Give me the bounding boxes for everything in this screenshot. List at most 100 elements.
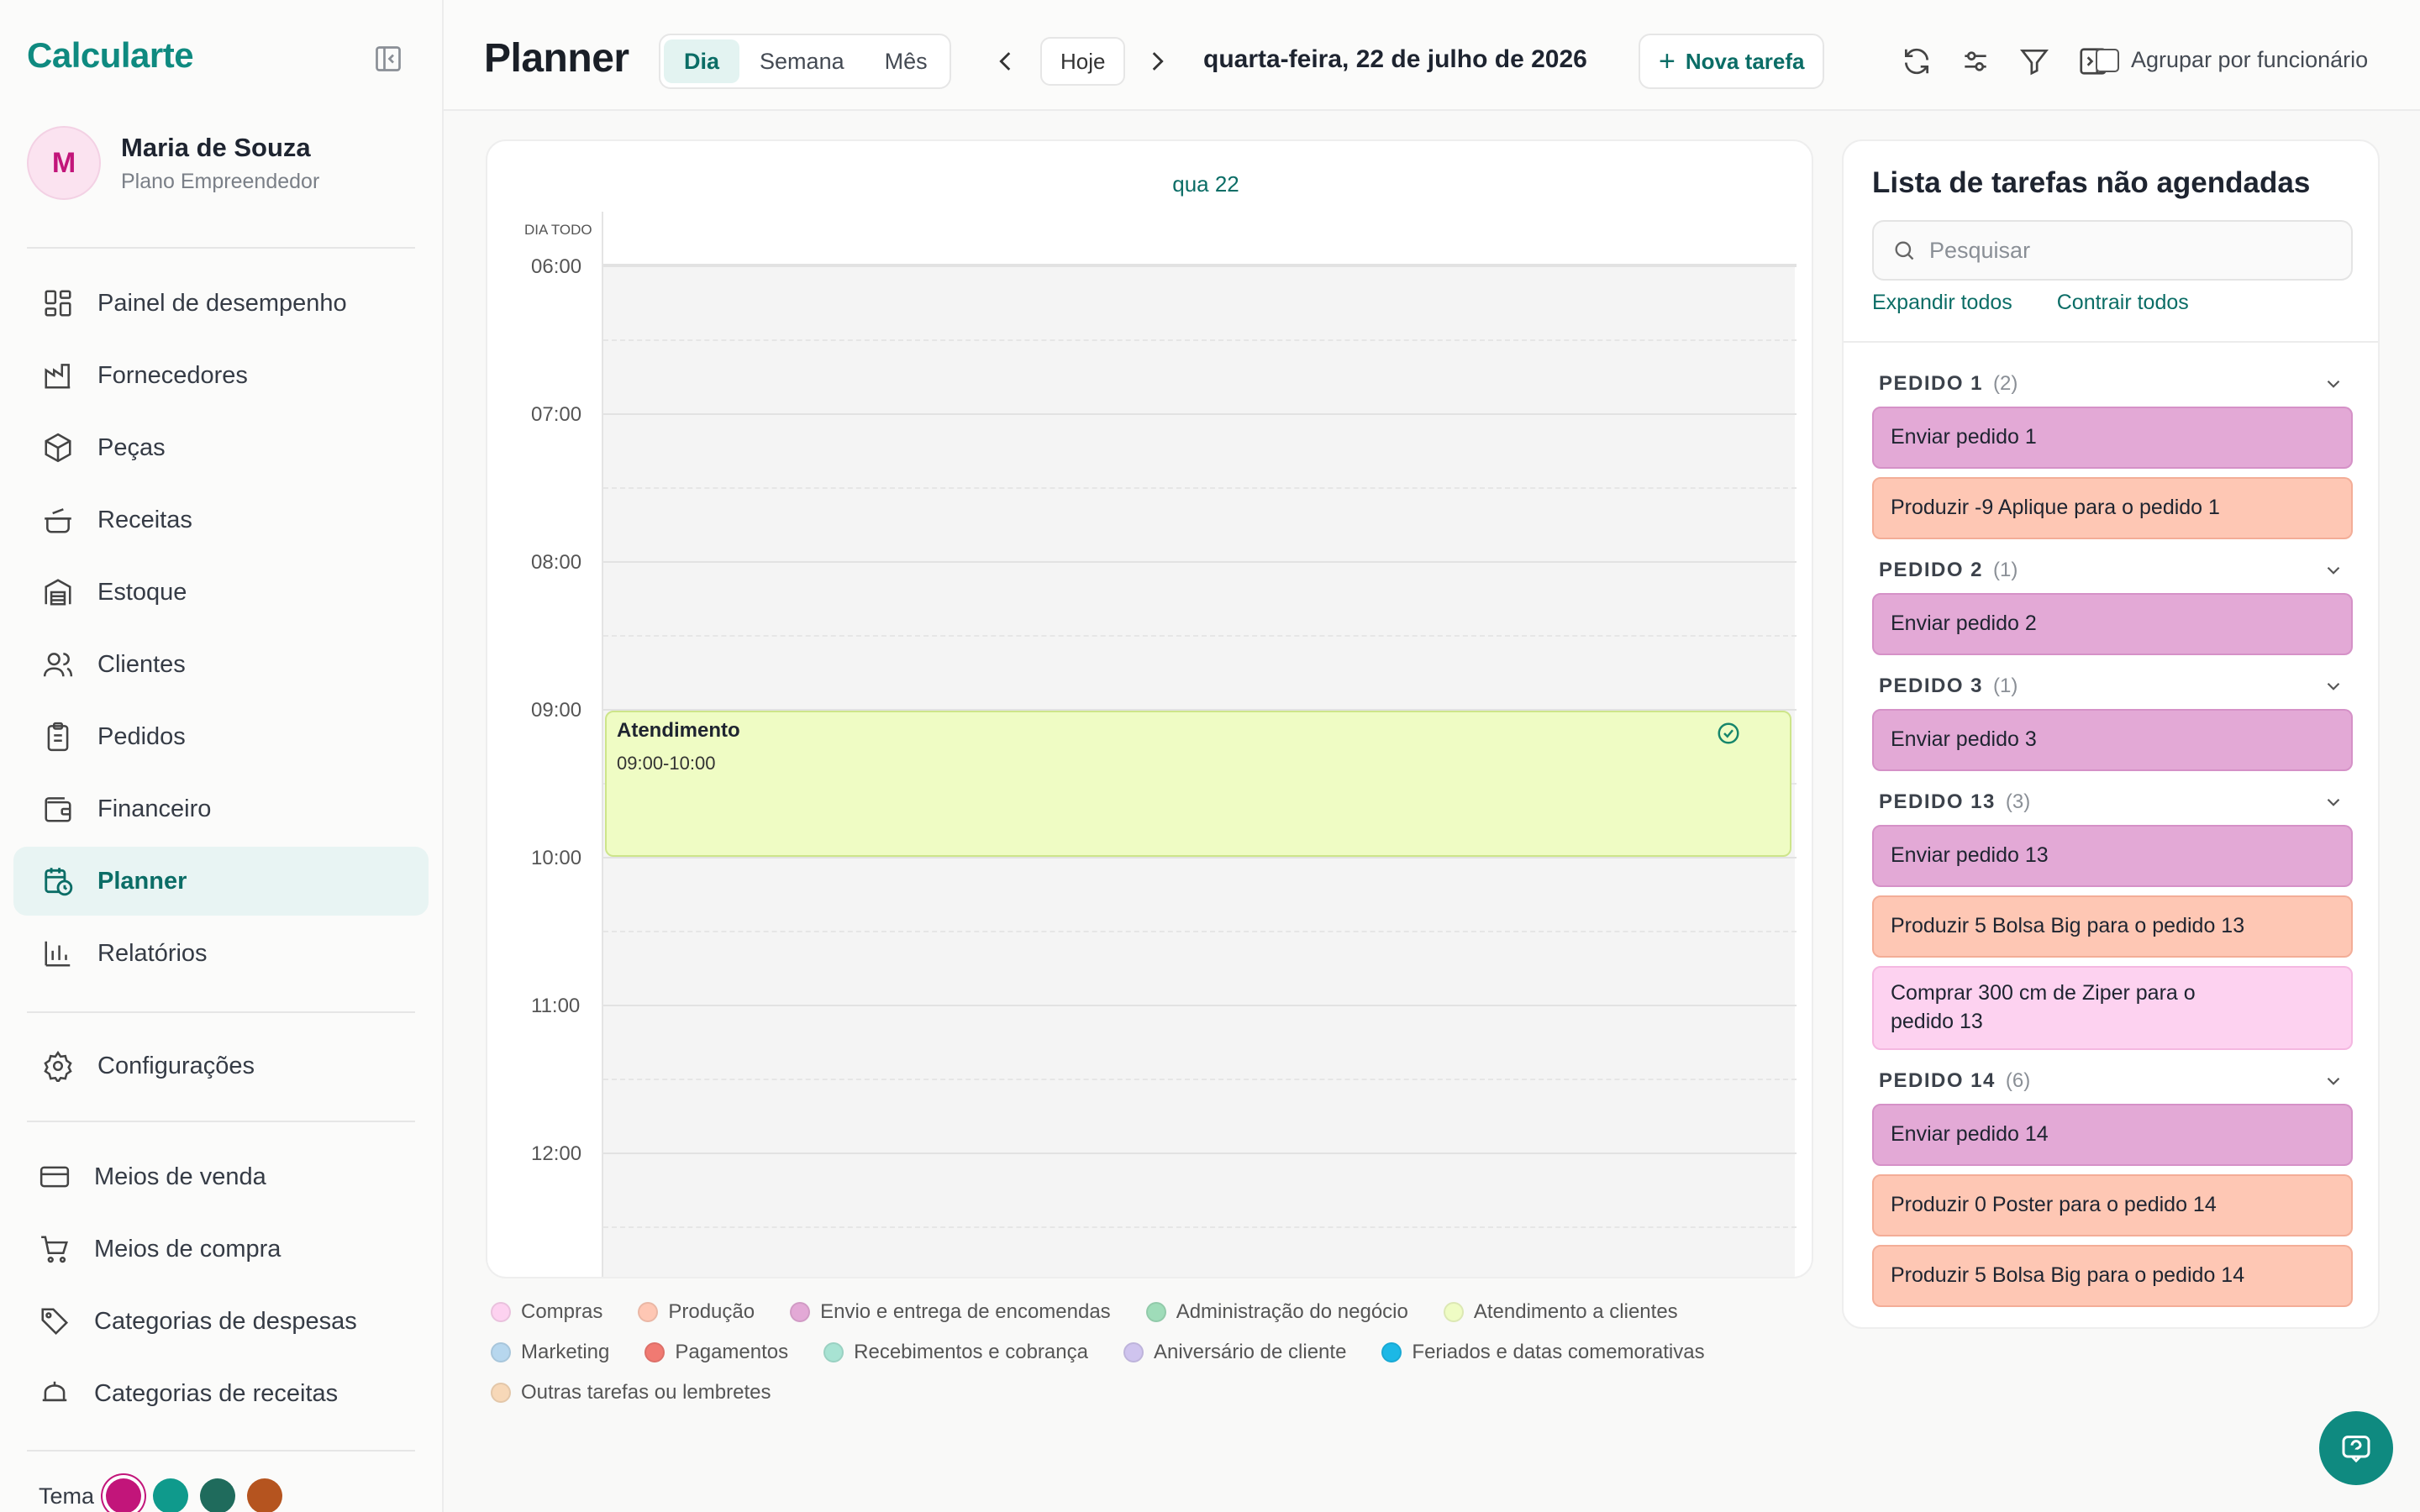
view-month-button[interactable]: Mês bbox=[865, 39, 948, 83]
time-label: 09:00 bbox=[531, 699, 582, 722]
sidebar-item-label: Categorias de despesas bbox=[94, 1307, 357, 1335]
task-group-header[interactable]: PEDIDO 2 (1) bbox=[1872, 548, 2353, 593]
sidebar-item-fornecedores[interactable]: Fornecedores bbox=[13, 341, 429, 410]
sidebar-item-label: Fornecedores bbox=[97, 361, 248, 389]
day-calendar: qua 22 DIA TODO 06:00 07:00 08:00 09:00 … bbox=[486, 139, 1813, 1278]
calendar-event[interactable]: Atendimento 09:00-10:00 bbox=[605, 711, 1791, 857]
task-card[interactable]: Enviar pedido 3 bbox=[1872, 709, 2353, 771]
task-group-header[interactable]: PEDIDO 14 (6) bbox=[1872, 1058, 2353, 1104]
task-card[interactable]: Produzir 0 Poster para o pedido 14 bbox=[1872, 1174, 2353, 1236]
search-box[interactable] bbox=[1872, 220, 2353, 281]
gear-icon bbox=[42, 1050, 74, 1084]
half-hour-line bbox=[603, 339, 1797, 341]
legend-item: Aniversário de cliente bbox=[1123, 1341, 1346, 1364]
category-legend: Compras Produção Envio e entrega de enco… bbox=[491, 1300, 1818, 1421]
sidebar-item-pedidos[interactable]: Pedidos bbox=[13, 702, 429, 771]
legend-item: Recebimentos e cobrança bbox=[823, 1341, 1088, 1364]
collapse-all-link[interactable]: Contrair todos bbox=[2057, 291, 2189, 314]
theme-swatch-magenta[interactable] bbox=[106, 1478, 142, 1512]
task-card[interactable]: Comprar 300 cm de Ziper para o pedido 13 bbox=[1872, 966, 2353, 1050]
sidebar-item-planner[interactable]: Planner bbox=[13, 847, 429, 916]
tag-icon bbox=[39, 1305, 71, 1337]
theme-label: Tema bbox=[39, 1483, 95, 1509]
sidebar-divider bbox=[27, 247, 415, 249]
help-chat-button[interactable] bbox=[2319, 1411, 2393, 1485]
sidebar-item-financeiro[interactable]: Financeiro bbox=[13, 774, 429, 843]
task-card[interactable]: Produzir 5 Bolsa Big para o pedido 14 bbox=[1872, 1245, 2353, 1307]
view-week-button[interactable]: Semana bbox=[739, 39, 865, 83]
chevron-down-icon bbox=[2327, 380, 2340, 388]
sidebar-item-label: Painel de desempenho bbox=[97, 289, 347, 317]
task-card[interactable]: Produzir -9 Aplique para o pedido 1 bbox=[1872, 477, 2353, 539]
sidebar-item-clientes[interactable]: Clientes bbox=[13, 630, 429, 699]
refresh-icon[interactable] bbox=[1901, 45, 1933, 77]
sidebar-item-relatorios[interactable]: Relatórios bbox=[13, 919, 429, 988]
task-card[interactable]: Produzir 5 Bolsa Big para o pedido 13 bbox=[1872, 895, 2353, 958]
sidebar-item-receitas[interactable]: Receitas bbox=[13, 486, 429, 554]
box-icon bbox=[42, 432, 74, 464]
hour-line bbox=[603, 1005, 1797, 1006]
users-icon bbox=[42, 648, 74, 680]
sidebar-item-categorias-receitas[interactable]: Categorias de receitas bbox=[13, 1359, 429, 1428]
today-button[interactable]: Hoje bbox=[1040, 37, 1126, 86]
legend-item: Atendimento a clientes bbox=[1443, 1300, 1678, 1324]
previous-day-button[interactable] bbox=[992, 47, 1020, 76]
calendar-clock-icon bbox=[42, 865, 74, 897]
theme-swatch-teal[interactable] bbox=[153, 1478, 189, 1512]
view-switcher: Dia Semana Mês bbox=[659, 34, 951, 89]
sidebar-item-meios-compra[interactable]: Meios de compra bbox=[13, 1215, 429, 1284]
sidebar-item-categorias-despesas[interactable]: Categorias de despesas bbox=[13, 1287, 429, 1356]
task-card[interactable]: Enviar pedido 1 bbox=[1872, 407, 2353, 469]
group-by-employee-toggle[interactable]: Agrupar por funcionário bbox=[2096, 47, 2368, 73]
task-group-header[interactable]: PEDIDO 1 (2) bbox=[1872, 361, 2353, 407]
sidebar-item-estoque[interactable]: Estoque bbox=[13, 558, 429, 627]
expand-all-link[interactable]: Expandir todos bbox=[1872, 291, 2012, 314]
user-profile[interactable]: M Maria de Souza Plano Empreendedor bbox=[27, 126, 413, 202]
legend-item: Administração do negócio bbox=[1145, 1300, 1408, 1324]
avatar: M bbox=[27, 126, 101, 200]
half-hour-line bbox=[603, 1226, 1797, 1228]
sidebar-item-configuracoes[interactable]: Configurações bbox=[13, 1032, 429, 1100]
legend-item: Produção bbox=[638, 1300, 755, 1324]
time-label: 07:00 bbox=[531, 403, 582, 426]
theme-swatch-green[interactable] bbox=[200, 1478, 236, 1512]
user-plan: Plano Empreendedor bbox=[121, 170, 320, 193]
sidebar-item-label: Pedidos bbox=[97, 722, 186, 750]
panel-links: Expandir todos Contrair todos bbox=[1872, 291, 2228, 315]
sidebar-item-label: Categorias de receitas bbox=[94, 1379, 339, 1407]
hour-line bbox=[603, 265, 1797, 267]
collapse-sidebar-icon[interactable] bbox=[373, 44, 403, 74]
task-group-header[interactable]: PEDIDO 13 (3) bbox=[1872, 780, 2353, 825]
sidebar-item-pecas[interactable]: Peças bbox=[13, 413, 429, 482]
hour-line bbox=[603, 413, 1797, 415]
task-card[interactable]: Enviar pedido 14 bbox=[1872, 1104, 2353, 1166]
settings-sliders-icon[interactable] bbox=[1960, 45, 1991, 77]
task-card[interactable]: Enviar pedido 2 bbox=[1872, 593, 2353, 655]
sidebar-item-painel[interactable]: Painel de desempenho bbox=[13, 269, 429, 338]
next-day-button[interactable] bbox=[1143, 47, 1171, 76]
legend-item: Envio e entrega de encomendas bbox=[790, 1300, 1111, 1324]
sidebar: Calcularte M Maria de Souza Plano Empree… bbox=[0, 0, 444, 1512]
task-card[interactable]: Enviar pedido 13 bbox=[1872, 825, 2353, 887]
check-circle-icon[interactable] bbox=[1716, 721, 1741, 746]
time-label: 11:00 bbox=[531, 995, 581, 1017]
sidebar-item-label: Meios de compra bbox=[94, 1235, 281, 1263]
time-label: 06:00 bbox=[531, 255, 582, 278]
view-day-button[interactable]: Dia bbox=[664, 39, 740, 83]
search-input[interactable] bbox=[1929, 237, 2333, 264]
all-day-row[interactable] bbox=[603, 212, 1797, 265]
theme-swatch-orange[interactable] bbox=[247, 1478, 283, 1512]
group-by-checkbox[interactable] bbox=[2096, 48, 2119, 72]
sidebar-item-meios-venda[interactable]: Meios de venda bbox=[13, 1142, 429, 1211]
brand-logo[interactable]: Calcularte bbox=[27, 35, 194, 76]
time-label: 12:00 bbox=[531, 1142, 582, 1165]
sidebar-item-label: Peças bbox=[97, 433, 166, 461]
piggy-icon bbox=[39, 1378, 71, 1410]
filter-icon[interactable] bbox=[2018, 45, 2050, 77]
sidebar-item-label: Receitas bbox=[97, 506, 192, 533]
calendar-day-header[interactable]: qua 22 bbox=[487, 171, 1812, 197]
task-group-header[interactable]: PEDIDO 3 (1) bbox=[1872, 664, 2353, 709]
sidebar-divider bbox=[27, 1011, 415, 1013]
new-task-button[interactable]: + Nova tarefa bbox=[1639, 34, 1825, 89]
clipboard-icon bbox=[42, 721, 74, 753]
